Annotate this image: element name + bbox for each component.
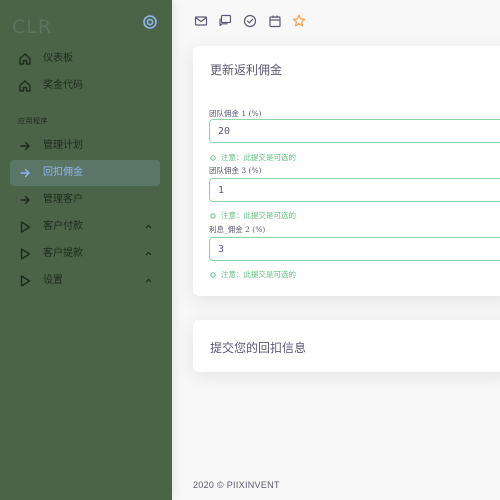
sidebar-toggle-icon[interactable]	[142, 14, 158, 30]
sidebar-item-customer-withdrawals[interactable]: 客户提款	[10, 241, 160, 267]
sidebar-item-label: 管理计划	[43, 140, 83, 151]
check-circle-icon[interactable]	[243, 14, 257, 28]
home-icon	[19, 80, 31, 92]
sidebar-item-settings[interactable]: 设置	[10, 268, 160, 294]
field-hint-text: 注意：此提交是可选的	[221, 211, 296, 220]
team-commission-3-input[interactable]	[209, 178, 500, 202]
field-hint: 注意：此提交是可选的	[210, 210, 296, 221]
chevron-icon	[145, 224, 152, 229]
chevron-icon	[145, 251, 152, 256]
home-icon	[19, 53, 31, 65]
sidebar-item-label: 客户提款	[43, 248, 83, 259]
field-hint: 注意：此提交是可选的	[210, 152, 296, 163]
info-icon	[210, 154, 216, 161]
field-hint-text: 注意：此提交是可选的	[221, 153, 296, 162]
sidebar-item-customer-payments[interactable]: 客户付款	[10, 214, 160, 240]
sidebar-item-label: 设置	[43, 275, 63, 286]
sidebar-item-rebate-commission[interactable]: 回扣佣金	[10, 160, 160, 186]
star-icon[interactable]	[292, 14, 306, 28]
play-icon	[20, 221, 31, 233]
field-hint-text: 注意：此提交是可选的	[221, 270, 296, 279]
sidebar-item-label: 奖金代码	[43, 80, 83, 91]
sidebar-item-label: 仪表板	[43, 53, 73, 64]
interest-commission-2-input[interactable]	[209, 237, 500, 261]
arrow-right-icon	[20, 168, 30, 178]
arrow-right-icon	[20, 141, 30, 151]
brand-logo[interactable]: CLR	[12, 16, 52, 38]
play-icon	[20, 275, 31, 287]
section-header-apps: 应用程序	[18, 117, 48, 125]
sidebar-item-manage-plans[interactable]: 管理计划	[10, 133, 160, 159]
sidebar-item-bonus-code[interactable]: 奖金代码	[10, 73, 160, 99]
sidebar-item-label: 回扣佣金	[43, 167, 83, 178]
card-title: 提交您的回扣信息	[210, 341, 307, 355]
sidebar-item-manage-customers[interactable]: 管理客户	[10, 187, 160, 213]
sidebar: CLR 仪表板 奖金代码 应用程序 管理计划 回扣佣金 管理客户 客户付款 客户…	[0, 0, 172, 500]
play-icon	[20, 248, 31, 260]
team-commission-1-input[interactable]	[209, 119, 500, 143]
sidebar-item-label: 管理客户	[43, 194, 83, 205]
field-hint: 注意：此提交是可选的	[210, 269, 296, 280]
field-label-team-commission-3: 团队佣金 3 (%)	[209, 166, 262, 175]
sidebar-item-label: 客户付款	[43, 221, 83, 232]
arrow-right-icon	[20, 195, 30, 205]
field-label-team-commission-1: 团队佣金 1 (%)	[209, 109, 262, 118]
info-icon	[210, 271, 216, 278]
footer-copyright: 2020 © PIIXINVENT	[193, 480, 280, 490]
calendar-icon[interactable]	[268, 14, 282, 28]
submit-rebate-card: 提交您的回扣信息	[193, 320, 500, 372]
sidebar-item-dashboard[interactable]: 仪表板	[10, 46, 160, 72]
field-label-interest-commission-2: 利息_佣金 2 (%)	[209, 225, 266, 234]
mail-icon[interactable]	[194, 14, 208, 28]
card-title: 更新返利佣金	[210, 63, 283, 77]
chevron-icon	[145, 278, 152, 283]
update-rebate-card: 更新返利佣金 团队佣金 1 (%) 注意：此提交是可选的 团队佣金 3 (%) …	[193, 46, 500, 296]
chat-icon[interactable]	[218, 14, 232, 28]
info-icon	[210, 212, 216, 219]
